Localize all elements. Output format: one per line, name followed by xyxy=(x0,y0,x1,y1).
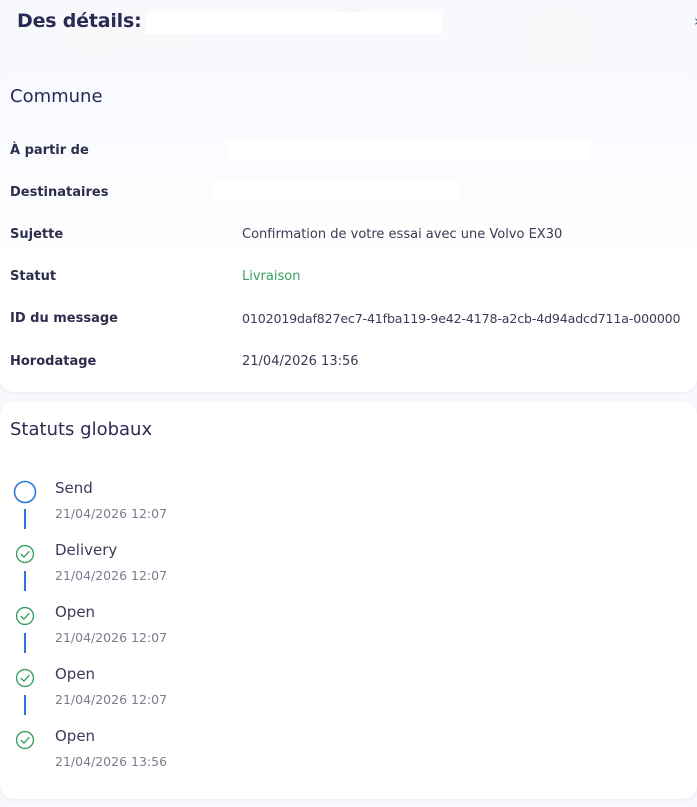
timeline-date: 21/04/2026 13:56 xyxy=(55,754,168,769)
timeline-label: Open xyxy=(55,727,96,745)
timeline-label: Open xyxy=(55,665,96,683)
timeline-item: Open 21/04/2026 12:07 xyxy=(0,665,400,727)
recipients-label: Destinataires xyxy=(10,185,109,200)
timeline-date: 21/04/2026 12:07 xyxy=(55,692,168,707)
check-circle-icon xyxy=(15,730,35,750)
global-statuses-card: Statuts globaux Send 21/04/2026 12:07 De… xyxy=(0,402,697,799)
details-panel: Des détails: › Commune À partir de Desti… xyxy=(0,0,697,807)
common-card-title: Commune xyxy=(10,86,103,107)
redacted-title-text xyxy=(146,12,442,34)
global-statuses-title: Statuts globaux xyxy=(10,419,153,440)
check-circle-icon xyxy=(15,668,35,688)
subject-label: Sujette xyxy=(10,227,64,242)
timeline-label: Delivery xyxy=(55,541,118,559)
panel-header: Des détails: › xyxy=(0,0,697,52)
open-circle-icon xyxy=(13,480,37,504)
timeline-item: Delivery 21/04/2026 12:07 xyxy=(0,541,400,603)
status-value: Livraison xyxy=(242,269,301,284)
common-card: Commune À partir de Destinataires Sujett… xyxy=(0,68,697,392)
timeline-item: Send 21/04/2026 12:07 xyxy=(0,479,400,541)
message-id-value: 0102019daf827ec7-41fba119-9e42-4178-a2cb… xyxy=(242,311,681,326)
status-label: Statut xyxy=(10,269,57,284)
timeline-label: Send xyxy=(55,479,93,497)
timeline-connector xyxy=(24,633,26,653)
timeline-connector xyxy=(24,509,26,529)
timeline-item: Open 21/04/2026 13:56 xyxy=(0,727,400,789)
check-circle-icon xyxy=(15,606,35,626)
recipients-value-redacted xyxy=(212,182,460,202)
from-label: À partir de xyxy=(10,143,89,158)
timeline-connector xyxy=(24,695,26,715)
timeline-date: 21/04/2026 12:07 xyxy=(55,630,168,645)
timeline-date: 21/04/2026 12:07 xyxy=(55,568,168,583)
check-circle-icon xyxy=(15,544,35,564)
timeline-connector xyxy=(24,571,26,591)
from-value-redacted xyxy=(228,140,590,160)
timeline-label: Open xyxy=(55,603,96,621)
panel-title: Des détails: xyxy=(17,10,142,32)
timestamp-label: Horodatage xyxy=(10,354,97,369)
timeline-item: Open 21/04/2026 12:07 xyxy=(0,603,400,665)
timestamp-value: 21/04/2026 13:56 xyxy=(242,354,359,369)
message-id-label: ID du message xyxy=(10,311,118,326)
timeline-date: 21/04/2026 12:07 xyxy=(55,506,168,521)
subject-value: Confirmation de votre essai avec une Vol… xyxy=(242,227,563,242)
